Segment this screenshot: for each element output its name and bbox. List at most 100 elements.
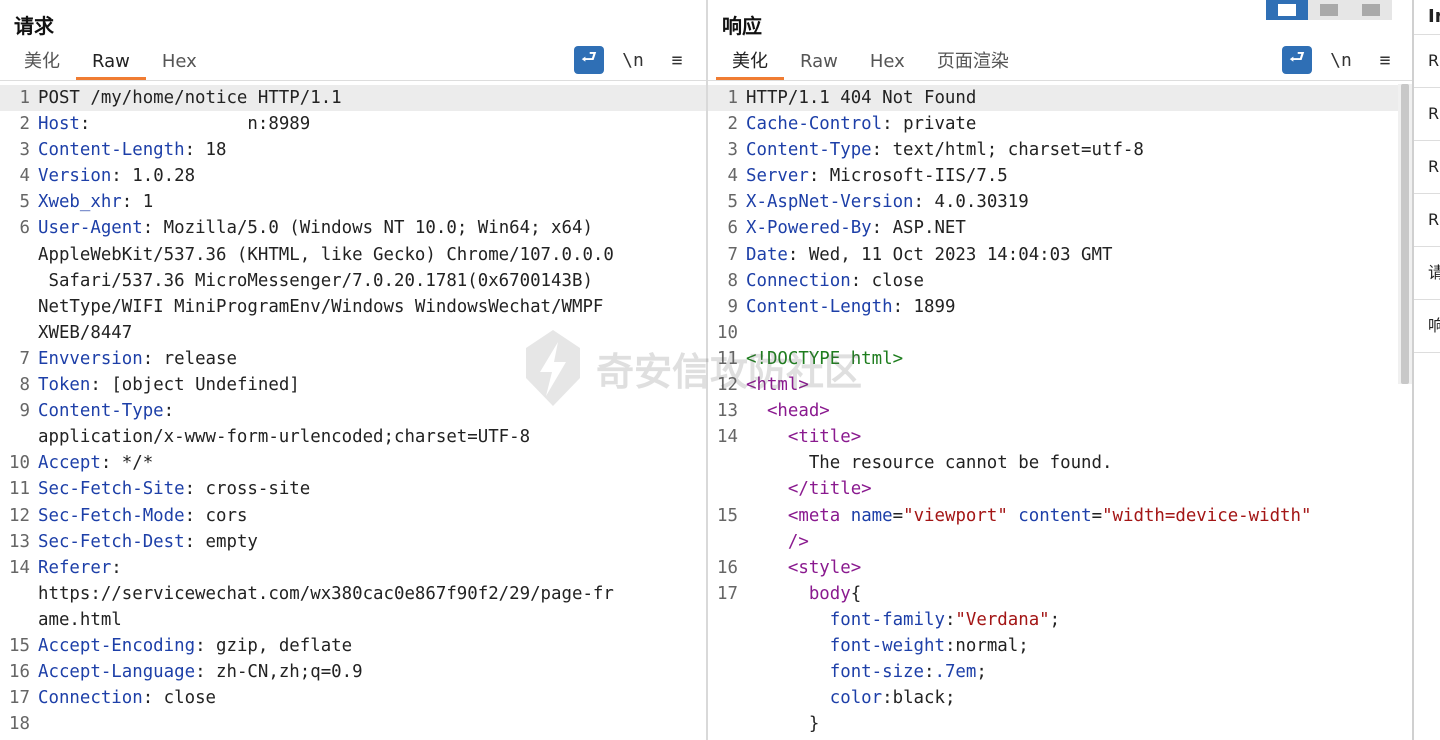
line-text: Safari/537.36 MicroMessenger/7.0.20.1781…: [38, 268, 706, 294]
token-cm: <!DOCTYPE html>: [746, 348, 904, 369]
line-text: Referer:: [38, 555, 706, 581]
line-number: 18: [9, 714, 30, 735]
line-text: font-size:.7em;: [746, 659, 1412, 685]
line-text: Cache-Control: private: [746, 111, 1412, 137]
line-text: }: [746, 711, 1412, 737]
inspector-item-response[interactable]: 响: [1414, 300, 1440, 353]
code-line: 4 Version: 1.0.28: [0, 163, 706, 189]
token-tg: <html>: [746, 375, 809, 396]
line-text: User-Agent: Mozilla/5.0 (Windows NT 10.0…: [38, 215, 706, 241]
line-text: font-weight:normal;: [746, 633, 1412, 659]
header-name: Accept: [38, 453, 101, 474]
inspector-item[interactable]: R: [1414, 194, 1440, 247]
code-line: }: [708, 711, 1412, 737]
header-name: Sec-Fetch-Dest: [38, 531, 185, 552]
code-line: font-family:"Verdana";: [708, 607, 1412, 633]
layout-split-icon[interactable]: [1266, 0, 1308, 20]
header-name: User-Agent: [38, 218, 143, 239]
response-editor[interactable]: 1 HTTP/1.1 404 Not Found 2 Cache-Control: p…: [708, 85, 1412, 740]
line-text: Sec-Fetch-Mode: cors: [38, 503, 706, 529]
header-sep: :: [90, 375, 112, 396]
line-text: The resource cannot be found.: [746, 450, 1412, 476]
code-line: XWEB/8447: [0, 320, 706, 346]
token-k: Date: [746, 244, 788, 265]
tab-pretty[interactable]: 美化: [716, 48, 784, 80]
code-line: 6 User-Agent: Mozilla/5.0 (Windows NT 10.…: [0, 215, 706, 241]
wrap-icon[interactable]: ⮐: [574, 46, 604, 74]
code-line: 12 <html>: [708, 372, 1412, 398]
code-line: 14 <title>: [708, 424, 1412, 450]
inspector-item[interactable]: R: [1414, 35, 1440, 88]
header-sep: :: [142, 688, 164, 709]
code-line: 1 HTTP/1.1 404 Not Found: [708, 85, 1412, 112]
code-line: NetType/WIFI MiniProgramEnv/Windows Wind…: [0, 294, 706, 320]
line-number: 16: [9, 662, 30, 683]
line-number: 12: [717, 375, 738, 396]
layout-horizontal-icon[interactable]: [1308, 0, 1350, 20]
line-number: 12: [9, 505, 30, 526]
tab-raw[interactable]: Raw: [784, 48, 854, 80]
menu-icon[interactable]: ≡: [662, 46, 692, 74]
tab-hex[interactable]: Hex: [854, 48, 921, 80]
header-name: Referer: [38, 557, 112, 578]
code-line: 3 Content-Type: text/html; charset=utf-8: [708, 137, 1412, 163]
token-v: [746, 401, 767, 421]
token-at: name: [850, 505, 893, 526]
code-line: 8 Connection: close: [708, 268, 1412, 294]
token-v: [746, 688, 830, 708]
wrap-icon[interactable]: ⮐: [1282, 46, 1312, 74]
inspector-item-request[interactable]: 请: [1414, 247, 1440, 300]
newline-toggle[interactable]: \n: [618, 46, 648, 74]
token-v: [746, 584, 809, 604]
inspector-item[interactable]: R: [1414, 88, 1440, 141]
line-number: 3: [727, 140, 738, 161]
header-value: release: [163, 348, 237, 369]
line-text: Envversion: release: [38, 346, 706, 372]
line-number: 7: [727, 244, 738, 265]
header-name: Xweb_xhr: [38, 192, 122, 213]
code-line: 3 Content-Length: 18: [0, 137, 706, 163]
response-toolbar: ⮐ \n ≡: [1268, 46, 1400, 74]
header-sep: :: [142, 218, 164, 239]
code-line: 1 POST /my/home/notice HTTP/1.1: [0, 85, 706, 112]
tab-raw[interactable]: Raw: [76, 48, 146, 80]
layout-switcher: [1266, 0, 1392, 20]
header-sep: :: [184, 505, 206, 526]
code-line: 2 Host: n:8989: [0, 111, 706, 137]
header-value: 18: [205, 140, 227, 161]
header-value: ame.html: [38, 609, 122, 630]
header-name: Sec-Fetch-Mode: [38, 505, 185, 526]
token-v: [746, 662, 830, 682]
code-line: 16 Accept-Language: zh-CN,zh;q=0.9: [0, 659, 706, 685]
response-tabs: 美化 Raw Hex 页面渲染: [716, 48, 1025, 80]
token-at: font-weight: [829, 635, 945, 656]
tab-pretty[interactable]: 美化: [8, 48, 76, 80]
request-editor[interactable]: 1 POST /my/home/notice HTTP/1.1 2 Host: n:8…: [0, 85, 706, 740]
line-number: 11: [717, 348, 738, 369]
inspector-item[interactable]: R: [1414, 141, 1440, 194]
line-text: <html>: [746, 372, 1412, 398]
scrollbar-thumb[interactable]: [1401, 84, 1409, 384]
code-line: AppleWebKit/537.36 (KHTML, like Gecko) C…: [0, 242, 706, 268]
code-line: 11 Sec-Fetch-Site: cross-site: [0, 476, 706, 502]
line-number: 6: [19, 218, 30, 239]
scrollbar[interactable]: [1398, 84, 1412, 384]
menu-icon[interactable]: ≡: [1370, 46, 1400, 74]
newline-toggle[interactable]: \n: [1326, 46, 1356, 74]
header-value: cross-site: [205, 479, 311, 500]
header-value: Mozilla/5.0 (Windows NT 10.0; Win64; x64…: [163, 218, 593, 239]
header-sep: :: [163, 401, 175, 422]
header-value: application/x-www-form-urlencoded;charse…: [38, 427, 531, 448]
token-v: ;: [1049, 609, 1061, 630]
line-number: 1: [19, 88, 30, 108]
layout-single-icon[interactable]: [1350, 0, 1392, 20]
line-number: 4: [19, 166, 30, 187]
code-line: 11 <!DOCTYPE html>: [708, 346, 1412, 372]
line-text: Connection: close: [38, 685, 706, 711]
tab-render[interactable]: 页面渲染: [921, 48, 1025, 80]
tab-hex[interactable]: Hex: [146, 48, 213, 80]
token-v: :black;: [882, 688, 956, 709]
line-text: Accept: */*: [38, 450, 706, 476]
line-number: 5: [19, 192, 30, 213]
token-v: {: [850, 583, 862, 604]
